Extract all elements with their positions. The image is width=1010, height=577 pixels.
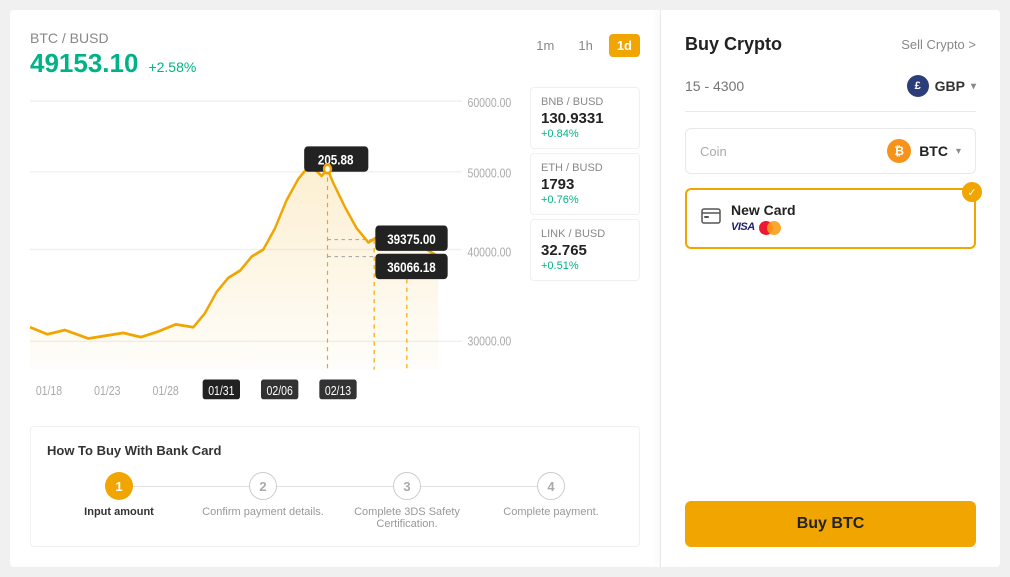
steps-section: How To Buy With Bank Card 1 Input amount… [30,426,640,547]
mastercard-logo [759,221,781,235]
card-info: New Card VISA [731,202,960,235]
panel-title: Buy Crypto [685,34,782,55]
step-2-label: Confirm payment details. [202,506,324,518]
currency-selector[interactable]: £ GBP ▾ [907,75,976,97]
svg-text:205.88: 205.88 [318,152,354,168]
svg-text:30000.00: 30000.00 [468,335,512,349]
svg-text:40000.00: 40000.00 [468,246,512,260]
chevron-down-icon: ▾ [971,81,976,92]
check-badge: ✓ [962,182,982,202]
bnb-price: 130.9331 [541,110,629,127]
step-3-label: Complete 3DS Safety Certification. [335,506,479,530]
coin-label: Coin [700,144,887,159]
chart-area: 205.88 39375.00 36066.18 60000.00 50000.… [30,87,640,412]
bnb-pair: BNB / BUSD [541,96,629,108]
price-row: 49153.10 +2.58% [30,48,196,79]
coin-select-row[interactable]: Coin ₿ BTC ▾ [685,128,976,174]
eth-price: 1793 [541,176,629,193]
coin-base: / BUSD [62,30,109,46]
card-selector[interactable]: New Card VISA ✓ [685,188,976,249]
step-1: 1 Input amount [47,472,191,518]
svg-text:02/06: 02/06 [267,384,293,398]
card-icon [701,208,721,229]
buy-button[interactable]: Buy BTC [685,501,976,547]
currency-label: GBP [935,78,965,94]
btc-icon: ₿ [887,139,911,163]
right-panel: Buy Crypto Sell Crypto > £ GBP ▾ Coin ₿ … [660,10,1000,567]
svg-text:60000.00: 60000.00 [468,96,512,110]
step-3: 3 Complete 3DS Safety Certification. [335,472,479,530]
card-logos: VISA [731,221,960,235]
svg-text:01/23: 01/23 [94,384,120,398]
eth-change: +0.76% [541,194,629,206]
coin-title: BTC / BUSD [30,30,196,46]
step-2: 2 Confirm payment details. [191,472,335,518]
ticker-list: BNB / BUSD 130.9331 +0.84% ETH / BUSD 17… [520,87,640,412]
coin-select-chevron-icon: ▾ [956,146,961,157]
mc-right-circle [767,221,781,235]
price-change: +2.58% [148,59,196,75]
amount-input[interactable] [685,78,907,94]
svg-text:01/31: 01/31 [208,384,234,398]
steps-title: How To Buy With Bank Card [47,443,623,458]
svg-text:36066.18: 36066.18 [387,259,436,275]
price-value: 49153.10 [30,48,138,79]
step-4-label: Complete payment. [503,506,598,518]
svg-text:02/13: 02/13 [325,384,351,398]
ticker-bnb[interactable]: BNB / BUSD 130.9331 +0.84% [530,87,640,149]
step-3-circle: 3 [393,472,421,500]
steps-row: 1 Input amount 2 Confirm payment details… [47,472,623,530]
ticker-eth[interactable]: ETH / BUSD 1793 +0.76% [530,153,640,215]
step-1-circle: 1 [105,472,133,500]
card-name: New Card [731,202,960,218]
time-btn-1h[interactable]: 1h [570,34,600,57]
time-btn-1d[interactable]: 1d [609,34,640,57]
step-4: 4 Complete payment. [479,472,623,518]
svg-text:50000.00: 50000.00 [468,167,512,181]
chart-svg: 205.88 39375.00 36066.18 60000.00 50000.… [30,87,520,412]
bnb-change: +0.84% [541,128,629,140]
coin-selected: ₿ BTC [887,139,948,163]
left-panel: BTC / BUSD 49153.10 +2.58% 1m 1h 1d [10,10,660,567]
coin-name: BTC [919,143,948,159]
link-change: +0.51% [541,260,629,272]
svg-text:39375.00: 39375.00 [387,231,436,247]
link-price: 32.765 [541,242,629,259]
amount-row: £ GBP ▾ [685,75,976,112]
visa-logo: VISA [731,221,755,235]
chart-header: BTC / BUSD 49153.10 +2.58% 1m 1h 1d [30,30,640,79]
time-buttons: 1m 1h 1d [528,34,640,57]
coin-symbol: BTC [30,30,58,46]
link-pair: LINK / BUSD [541,228,629,240]
panel-header: Buy Crypto Sell Crypto > [685,34,976,55]
step-2-circle: 2 [249,472,277,500]
svg-text:01/18: 01/18 [36,384,62,398]
eth-pair: ETH / BUSD [541,162,629,174]
time-btn-1m[interactable]: 1m [528,34,562,57]
step-1-label: Input amount [84,506,154,518]
ticker-link[interactable]: LINK / BUSD 32.765 +0.51% [530,219,640,281]
currency-flag: £ [907,75,929,97]
svg-text:01/28: 01/28 [153,384,179,398]
sell-link[interactable]: Sell Crypto > [901,37,976,52]
step-4-circle: 4 [537,472,565,500]
